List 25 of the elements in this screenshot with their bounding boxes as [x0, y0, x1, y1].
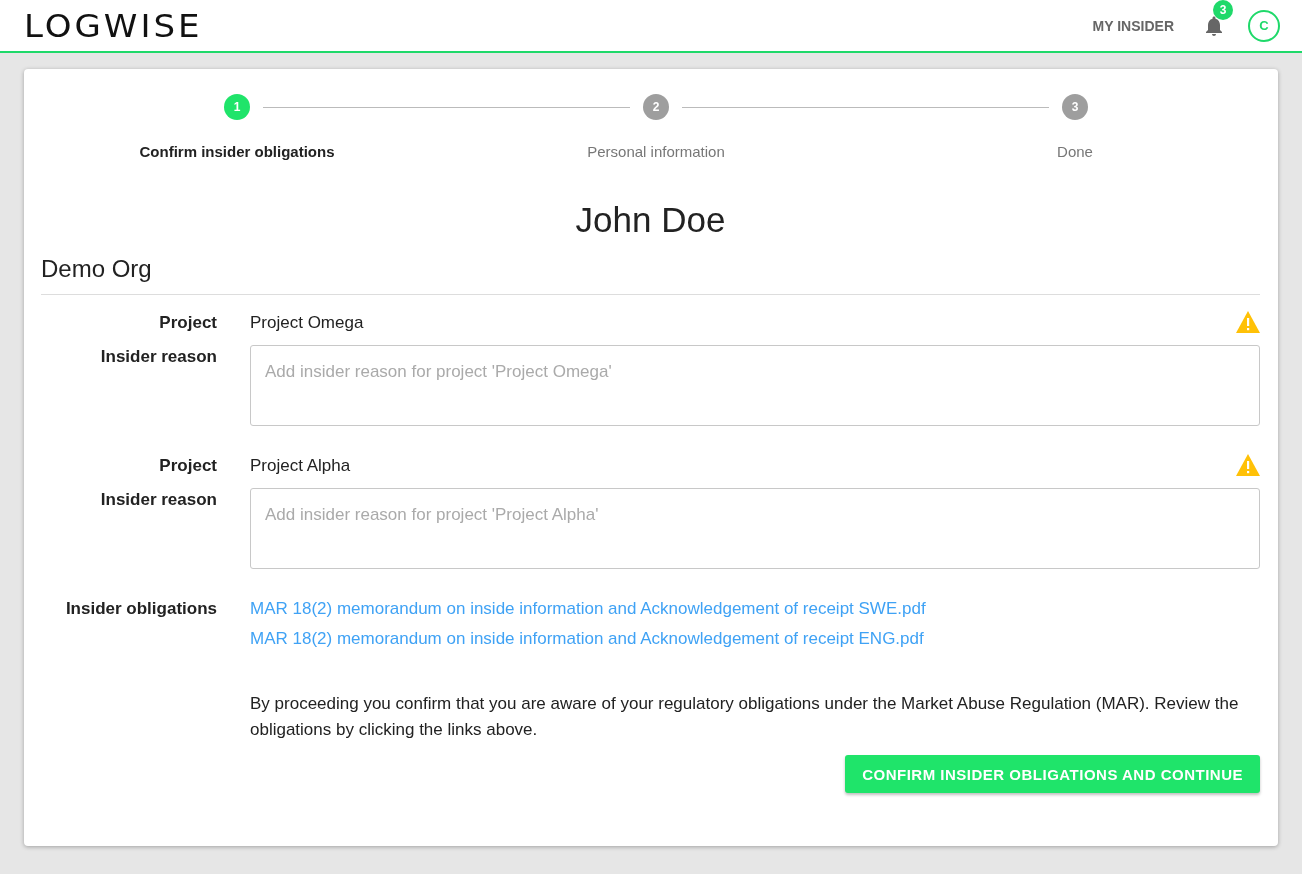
- step-number: 1: [224, 94, 250, 120]
- logo: LOGWISE: [24, 9, 203, 42]
- person-name: John Doe: [574, 199, 727, 241]
- document-link[interactable]: MAR 18(2) memorandum on inside information and Acknowledgement of receipt ENG.pdf: [250, 627, 1260, 651]
- field-label: Insider obligations: [64, 598, 217, 620]
- field-label: Project: [158, 455, 217, 477]
- confirm-button[interactable]: CONFIRM INSIDER OBLIGATIONS AND CONTINUE: [845, 755, 1260, 793]
- step-label: Personal information: [587, 143, 725, 160]
- step-label: Done: [1057, 143, 1093, 160]
- insider-reason-field[interactable]: Add insider reason for project 'Project Alpha': [250, 488, 1260, 569]
- step-number: 3: [1062, 94, 1088, 120]
- my-insider-link[interactable]: MY INSIDER: [1092, 17, 1174, 34]
- step-label: Confirm insider obligations: [139, 143, 335, 160]
- insider-reason-field[interactable]: Add insider reason for project 'Project Omega': [250, 345, 1260, 426]
- project-name: Project Omega: [250, 312, 365, 334]
- project-name: Project Alpha: [250, 455, 352, 477]
- field-label: Insider reason: [99, 346, 217, 368]
- field-label: Project: [158, 312, 217, 334]
- confirmation-notice: By proceeding you confirm that you are aware of your regulatory obligations under the Market Abuse Regulation (MAR). Review the obligations by clicking the links above.: [250, 693, 1240, 741]
- field-label: Insider reason: [99, 489, 217, 511]
- avatar[interactable]: C: [1248, 9, 1280, 42]
- step-number: 2: [643, 94, 669, 120]
- document-link[interactable]: MAR 18(2) memorandum on inside information and Acknowledgement of receipt SWE.pdf: [250, 597, 1260, 621]
- organization-name: Demo Org: [41, 252, 1260, 295]
- notification-badge: 3: [1213, 0, 1233, 20]
